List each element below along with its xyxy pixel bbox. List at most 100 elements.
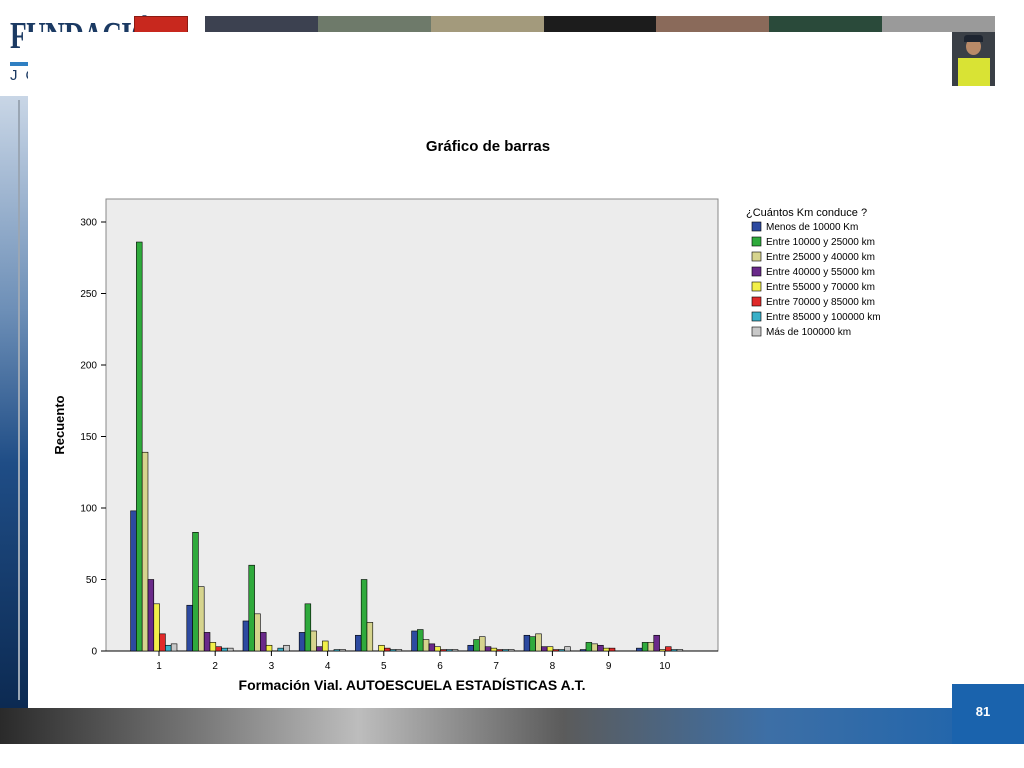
bar — [265, 644, 273, 652]
legend-entry: Entre 25000 y 40000 km — [766, 252, 875, 263]
bar — [535, 633, 542, 652]
bar — [490, 647, 498, 652]
bar — [467, 644, 474, 652]
y-tick-label: 300 — [80, 218, 97, 229]
legend-entry: Entre 40000 y 55000 km — [766, 267, 875, 278]
bar — [242, 620, 250, 652]
bar — [564, 646, 571, 652]
x-tick-label: 8 — [550, 661, 556, 672]
bar — [496, 649, 503, 652]
bar — [508, 649, 515, 652]
bar-chart: Gráfico de barras 0 50 100 150 200 250 300 1 2 3… — [52, 138, 881, 693]
bar — [355, 634, 362, 652]
legend-swatch — [751, 266, 762, 277]
legend-swatch — [751, 296, 762, 307]
y-tick-label: 0 — [91, 647, 97, 658]
x-tick-label: 10 — [659, 661, 671, 672]
bar — [473, 639, 480, 652]
bar — [541, 646, 548, 652]
bar — [198, 586, 205, 652]
y-tick-label: 50 — [86, 575, 98, 586]
bar — [411, 630, 418, 652]
bar — [653, 634, 660, 652]
bar — [310, 630, 317, 652]
bar — [360, 579, 368, 652]
bar — [304, 603, 312, 652]
bar — [641, 642, 649, 652]
bar — [446, 649, 453, 652]
bar — [147, 579, 155, 652]
bar — [608, 647, 616, 652]
bar — [316, 646, 323, 652]
bar — [221, 647, 228, 652]
legend-entry: Entre 55000 y 70000 km — [766, 282, 875, 293]
legend-swatch — [751, 221, 762, 232]
bar — [546, 646, 554, 652]
bar — [136, 241, 143, 652]
y-axis: 0 50 100 150 200 250 300 — [80, 218, 106, 658]
y-axis-label: Recuento — [52, 395, 67, 454]
bar — [159, 633, 166, 652]
legend-entry: Entre 70000 y 85000 km — [766, 297, 875, 308]
legend: ¿Cuántos Km conduce ? Menos de 10000 Km E… — [746, 207, 881, 338]
bar — [417, 629, 424, 652]
bar — [523, 634, 531, 652]
bar — [339, 649, 346, 652]
x-tick-label: 9 — [606, 661, 612, 672]
legend-title: ¿Cuántos Km conduce ? — [746, 207, 867, 219]
bar — [428, 643, 436, 652]
y-tick-label: 200 — [80, 361, 97, 372]
bar — [434, 646, 441, 652]
bar — [153, 603, 160, 652]
x-tick-label: 1 — [156, 661, 162, 672]
bar — [395, 649, 403, 652]
bar — [422, 639, 430, 652]
bar — [254, 613, 261, 652]
bar — [165, 644, 172, 652]
bar — [209, 642, 217, 652]
bar — [647, 642, 655, 652]
chart-title: Gráfico de barras — [426, 138, 550, 155]
bar — [333, 649, 341, 652]
legend-entry: Menos de 10000 Km — [766, 222, 858, 233]
bar — [203, 632, 211, 652]
legend-entry: Entre 10000 y 25000 km — [766, 237, 875, 248]
legend-entry: Más de 100000 km — [766, 327, 851, 338]
bar — [665, 646, 672, 652]
y-tick-label: 100 — [80, 504, 97, 515]
x-tick-label: 5 — [381, 661, 387, 672]
x-tick-label: 4 — [325, 661, 331, 672]
x-axis: 1 2 3 4 5 6 7 8 9 10 — [106, 650, 718, 672]
legend-swatch — [751, 251, 762, 262]
bar — [676, 649, 684, 652]
bar — [440, 649, 447, 652]
bar — [384, 647, 391, 652]
bar — [130, 510, 137, 652]
bar — [366, 622, 374, 652]
bar — [585, 642, 593, 652]
bar — [479, 636, 486, 652]
x-tick-label: 6 — [437, 661, 443, 672]
legend-swatch — [751, 311, 762, 322]
bar — [529, 636, 536, 652]
x-tick-label: 3 — [269, 661, 275, 672]
bar — [186, 604, 193, 652]
legend-swatch — [751, 281, 762, 292]
y-tick-label: 150 — [80, 432, 97, 443]
bar — [670, 649, 678, 652]
bar — [558, 649, 565, 652]
bar — [597, 644, 604, 652]
x-axis-label: Formación Vial. AUTOESCUELA ESTADÍSTICAS… — [239, 677, 586, 693]
bar — [248, 564, 255, 652]
x-tick-label: 7 — [493, 661, 499, 672]
bar — [260, 632, 267, 652]
bar — [141, 451, 149, 652]
bar — [192, 532, 199, 652]
legend-swatch — [751, 236, 762, 247]
bar — [322, 640, 329, 652]
bar — [451, 649, 459, 652]
bar — [484, 646, 492, 652]
bar — [502, 649, 509, 652]
y-tick-label: 250 — [80, 289, 97, 300]
bar — [170, 643, 178, 652]
